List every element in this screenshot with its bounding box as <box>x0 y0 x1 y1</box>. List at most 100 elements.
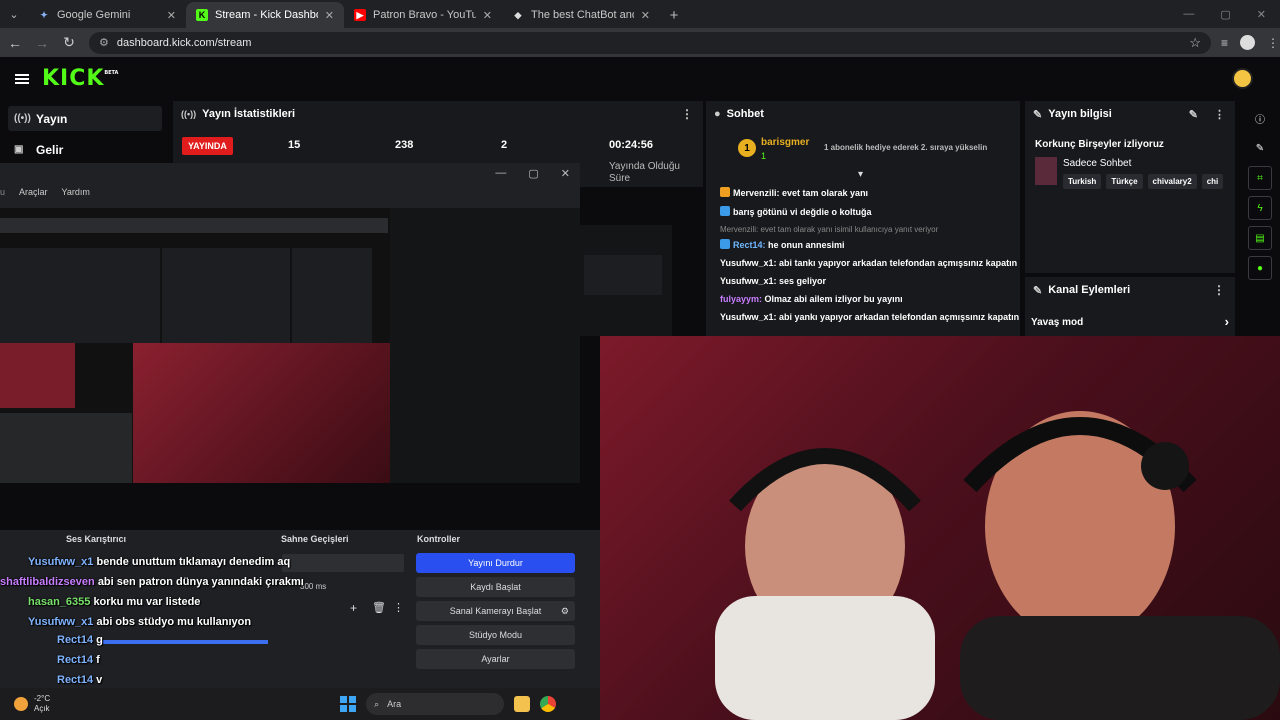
overlay-chat-text: korku mu var listede <box>93 596 201 608</box>
chat-message: Yusufww_x1: ses geliyor <box>720 276 1020 286</box>
slow-mode-row[interactable]: Yavaş mod › <box>1031 315 1229 328</box>
chat-messages: Mervenzili: evet tam olarak yanı barış gö… <box>706 187 1020 330</box>
stop-stream-button[interactable]: Yayını Durdur <box>416 553 575 573</box>
close-tab-icon[interactable]: ✕ <box>641 9 650 22</box>
profile-avatar[interactable] <box>1240 35 1256 50</box>
gemini-icon: ✦ <box>40 9 48 20</box>
more-options-icon[interactable]: ⋮ <box>1214 108 1225 121</box>
forward-button[interactable]: → <box>30 31 54 55</box>
edit-icon[interactable]: ✎ <box>1189 108 1198 121</box>
transition-select[interactable] <box>282 554 404 572</box>
reload-button[interactable]: ↻ <box>57 31 81 55</box>
chat-message: fulyayym: Olmaz abi ailem izliyor bu yay… <box>720 294 1020 304</box>
expand-icon[interactable]: ⌗ <box>1248 166 1272 190</box>
chat-message: Mervenzili: evet tam olarak yanı isimil … <box>720 225 1020 234</box>
chat-username[interactable]: Mervenzili: <box>733 188 782 198</box>
slow-mode-label: Yavaş mod <box>1031 317 1084 328</box>
dashboard-sidebar: ((•)) Yayın ▣ Gelir <box>0 100 170 170</box>
overlay-chat-text: abi obs stüdyo mu kullanıyon <box>96 616 252 628</box>
start-virtual-camera-button[interactable]: Sanal Kamerayı Başlat ⚙ <box>416 601 575 621</box>
pin-icon: ✎ <box>1033 284 1043 297</box>
back-button[interactable]: ← <box>3 31 27 55</box>
weather-sun-icon <box>14 697 28 711</box>
stream-tag[interactable]: Turkish <box>1063 174 1102 189</box>
overlay-chat-message: Rect14 v <box>57 674 102 686</box>
weather-widget[interactable]: -2°C Açık <box>0 694 50 714</box>
tab-chatbot[interactable]: ◆ The best ChatBot and Widgets ✕ <box>502 2 660 28</box>
windows-start-icon[interactable] <box>340 696 357 712</box>
settings-button[interactable]: Ayarlar <box>416 649 575 669</box>
browser-menu-icon[interactable]: ⋮ <box>1267 36 1279 50</box>
stream-title: Korkunç Birşeyler izliyoruz <box>1035 139 1164 150</box>
media-icon[interactable]: ≡ <box>1221 36 1228 50</box>
info-icon[interactable]: ⓘ <box>1248 106 1272 130</box>
collapse-chevron-icon[interactable]: ▾ <box>858 169 863 180</box>
chat-username[interactable]: fulyayym: <box>720 294 765 304</box>
overlay-chat-text: g <box>96 634 103 646</box>
channel-actions-panel: ✎ Kanal Eylemleri ⋮ Yavaş mod › <box>1025 277 1235 337</box>
new-tab-button[interactable]: + <box>660 2 688 28</box>
volume-meter[interactable] <box>100 640 268 644</box>
tab-search-icon[interactable]: ⌄ <box>0 0 28 28</box>
tab-youtube[interactable]: ▶ Patron Bravo - YouTube ✕ <box>344 2 502 28</box>
edit-icon[interactable]: ✎ <box>1248 136 1272 160</box>
chat-message: Yusufww_x1: abi yankı yapıyor arkadan te… <box>720 312 1020 322</box>
maximize-icon[interactable]: ▢ <box>528 167 538 180</box>
close-tab-icon[interactable]: ✕ <box>167 9 176 22</box>
minimize-icon[interactable]: — <box>495 167 506 179</box>
site-info-icon[interactable]: ⚙ <box>99 36 109 49</box>
more-options-icon[interactable]: ⋮ <box>1213 283 1225 297</box>
menu-araclar[interactable]: Araçlar <box>19 187 48 197</box>
stream-info-panel: ✎ Yayın bilgisi ✎ ⋮ Korkunç Birşeyler iz… <box>1025 101 1235 273</box>
tab-google-gemini[interactable]: ✦ Google Gemini ✕ <box>28 2 186 28</box>
sidebar-item-label: Gelir <box>36 142 64 157</box>
chat-text: Mervenzili: evet tam olarak yanı isimil … <box>720 225 939 234</box>
top-gifter-name: barisgmer <box>761 137 810 148</box>
chat-message: Mervenzili: evet tam olarak yanı <box>720 187 1020 198</box>
search-placeholder: Ara <box>387 699 402 709</box>
gear-icon[interactable]: ⚙ <box>561 606 569 617</box>
add-icon[interactable]: + <box>350 601 357 615</box>
user-badge-icon <box>720 239 730 249</box>
kick-logo[interactable]: KICK BETA <box>42 66 118 91</box>
taskbar-search[interactable]: ⌕ Ara <box>366 693 505 715</box>
chat-username[interactable]: Rect14: <box>733 240 768 250</box>
chat-panel: ● Sohbet 1 barisgmer 1 1 abonelik hediye… <box>706 101 1020 336</box>
document-icon[interactable]: ▤ <box>1248 226 1272 250</box>
kick-favicon-icon: K <box>196 9 208 21</box>
stream-tag[interactable]: Türkçe <box>1106 174 1143 189</box>
tab-kick-dashboard[interactable]: K Stream - Kick Dashboard ✕ <box>186 2 344 28</box>
menu-yardim[interactable]: Yardım <box>62 187 90 197</box>
panel-title: Kanal Eylemleri <box>1048 284 1131 296</box>
stream-tag[interactable]: chivalary2 <box>1147 174 1197 189</box>
chat-text: evet tam olarak yanı <box>782 188 869 198</box>
lightning-icon[interactable]: ϟ <box>1248 196 1272 220</box>
stream-tag[interactable]: chi <box>1201 174 1224 189</box>
menu-icon[interactable] <box>15 73 29 84</box>
start-recording-button[interactable]: Kaydı Başlat <box>416 577 575 597</box>
overlay-chat-username: Rect14 <box>57 674 97 686</box>
maximize-icon[interactable]: ▢ <box>1220 8 1230 21</box>
close-tab-icon[interactable]: ✕ <box>325 9 334 22</box>
url-input[interactable]: ⚙ dashboard.kick.com/stream ☆ <box>89 31 1211 54</box>
close-tab-icon[interactable]: ✕ <box>483 9 492 22</box>
minimize-icon[interactable]: — <box>1183 8 1194 20</box>
chat-bubble-icon[interactable]: ● <box>1248 256 1272 280</box>
more-options-icon[interactable]: ⋮ <box>393 601 404 614</box>
chrome-icon[interactable] <box>540 696 557 712</box>
close-window-icon[interactable]: ✕ <box>1257 8 1266 21</box>
user-avatar[interactable] <box>1232 68 1253 89</box>
trash-icon[interactable]: 🗑 <box>372 601 386 614</box>
chat-username[interactable]: Yusufww_x1: <box>720 276 779 286</box>
file-explorer-icon[interactable] <box>514 696 531 712</box>
more-options-icon[interactable]: ⋮ <box>681 107 693 121</box>
close-window-icon[interactable]: ✕ <box>561 167 570 180</box>
obs-window: — ▢ ✕ u Araçlar Yardım <box>0 163 580 483</box>
chat-username[interactable]: Yusufww_x1: <box>720 312 779 322</box>
studio-mode-button[interactable]: Stüdyo Modu <box>416 625 575 645</box>
sidebar-item-gelir[interactable]: ▣ Gelir <box>8 137 162 162</box>
chat-username[interactable]: Yusufww_x1: <box>720 258 779 268</box>
bookmark-star-icon[interactable]: ☆ <box>1189 35 1201 51</box>
sidebar-item-yayin[interactable]: ((•)) Yayın <box>8 106 162 131</box>
category-name: Sadece Sohbet <box>1063 158 1132 169</box>
